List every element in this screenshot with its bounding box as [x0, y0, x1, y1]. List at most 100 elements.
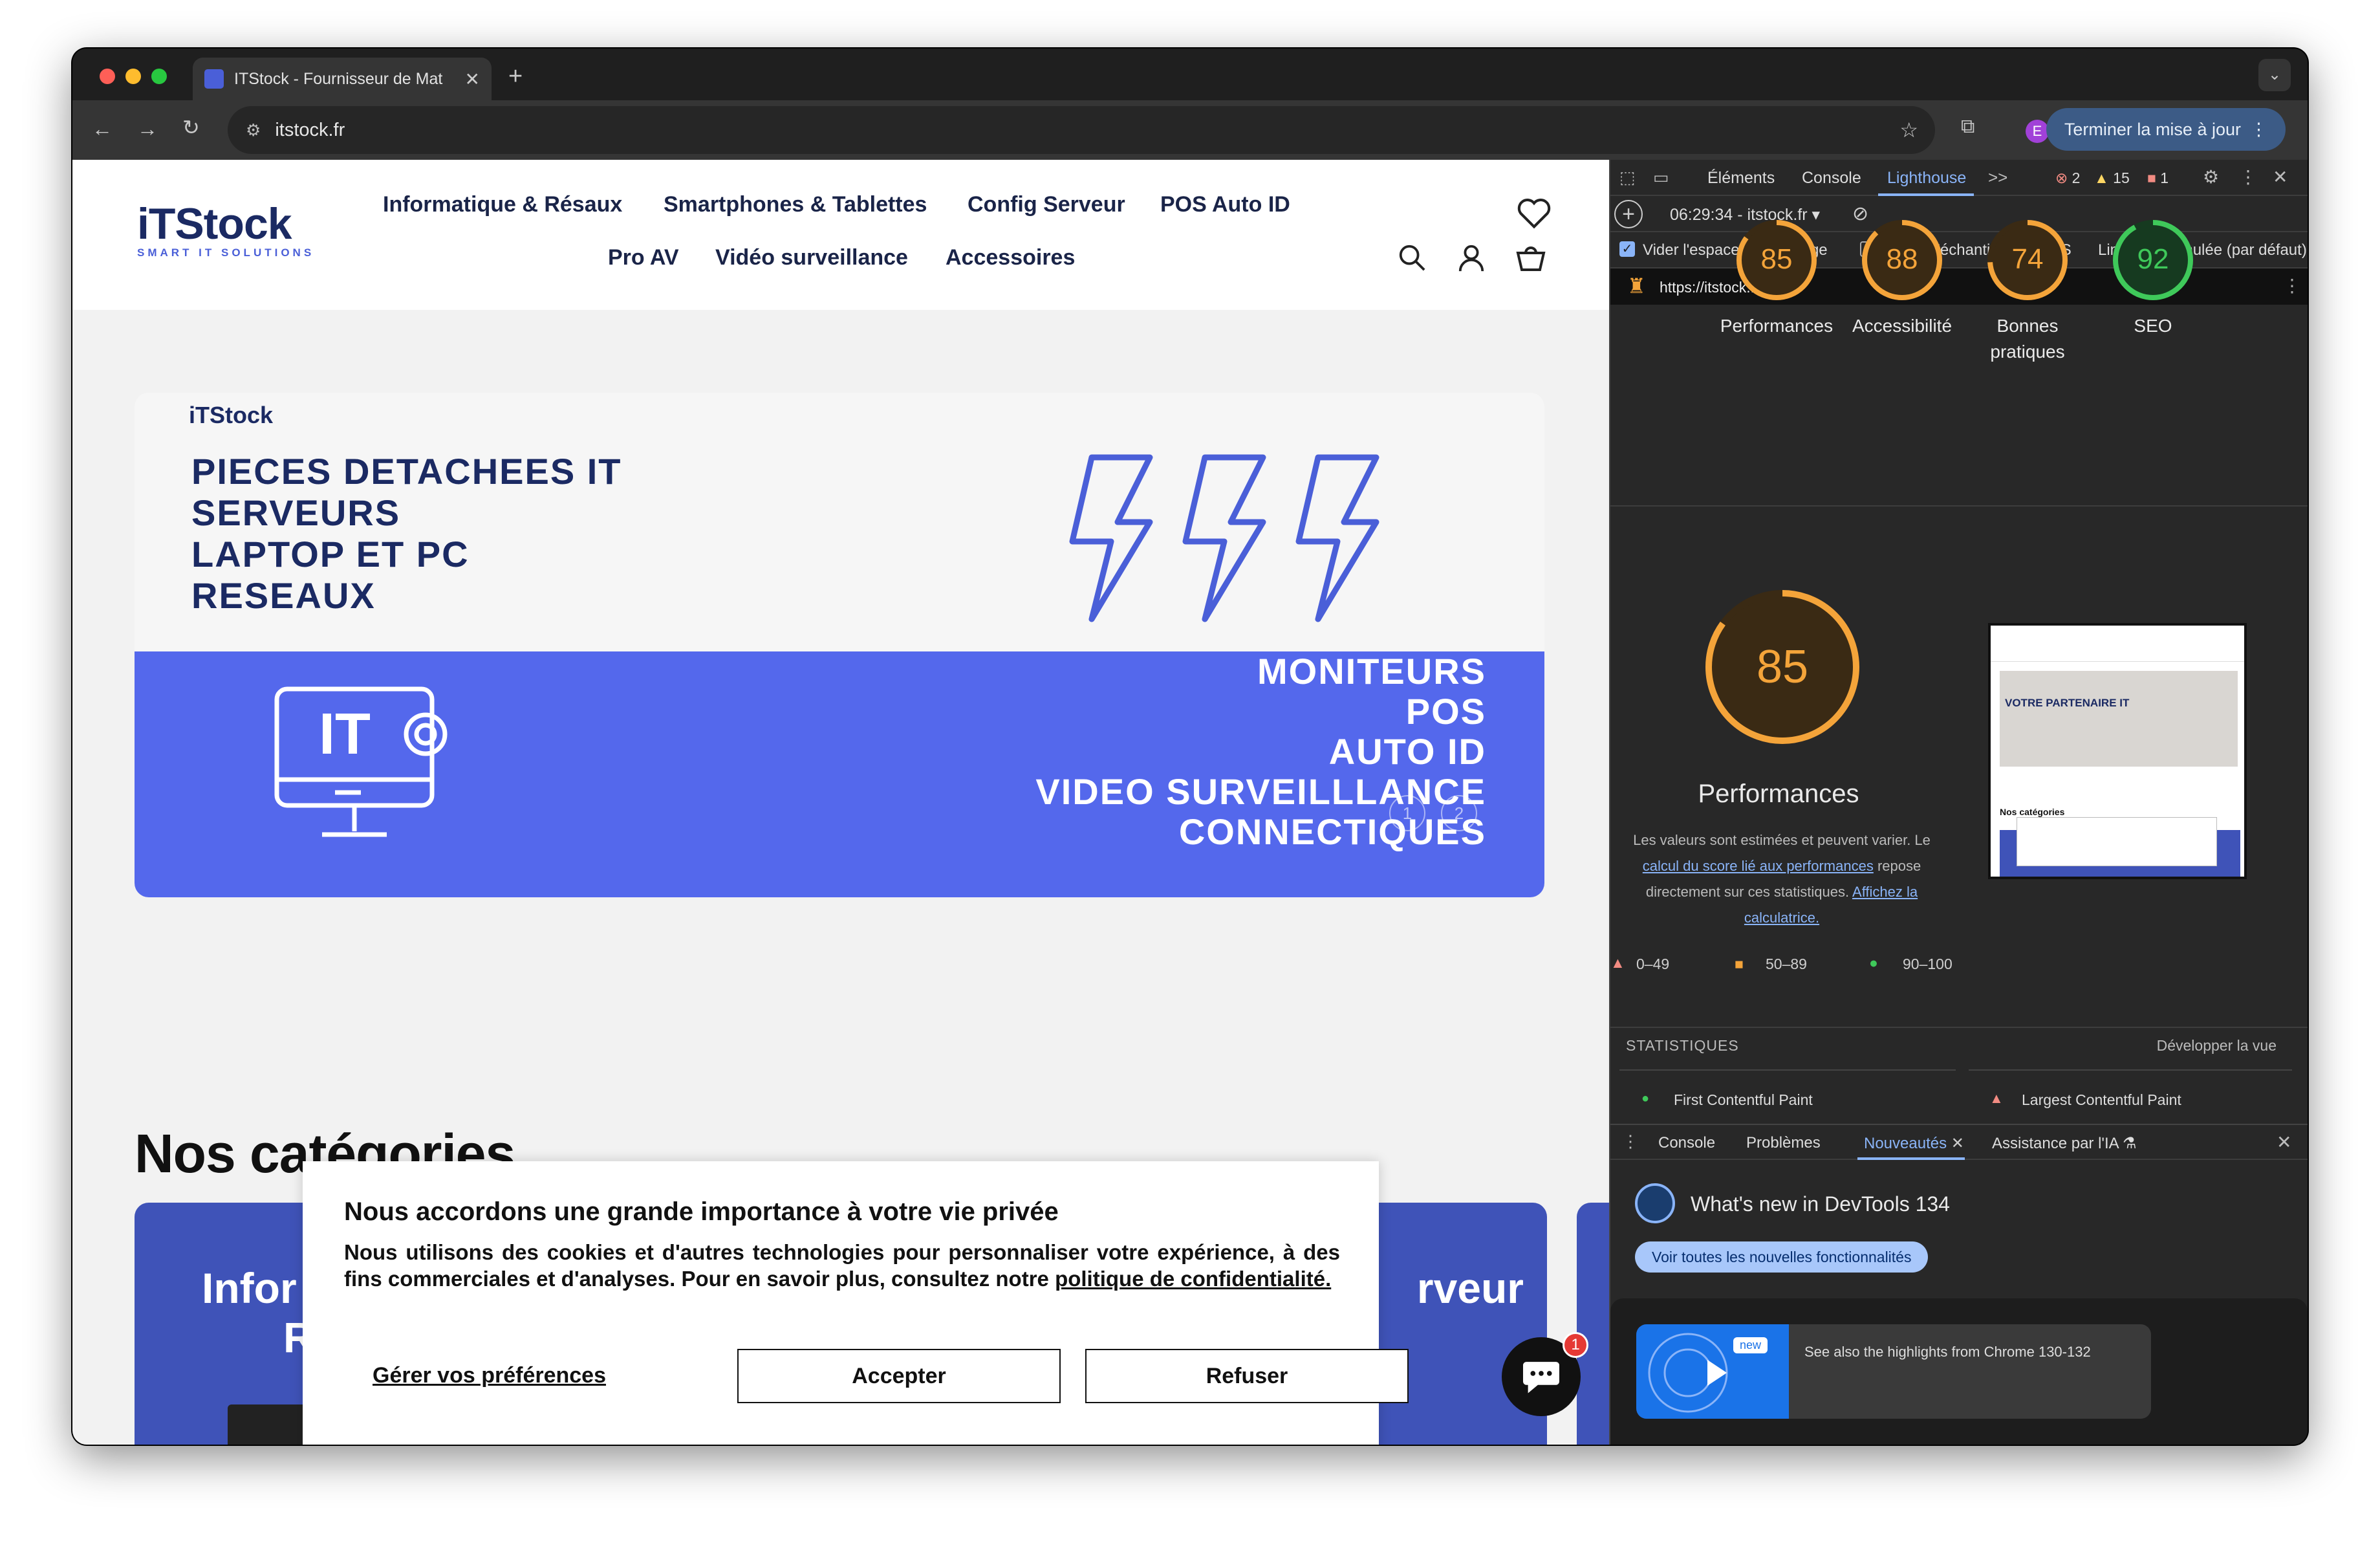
gauge-ring: 88: [1862, 220, 1942, 300]
divider: [1610, 1027, 2308, 1028]
wishlist-heart-icon[interactable]: [1516, 197, 1552, 230]
nav-pos-auto-id[interactable]: POS Auto ID: [1160, 192, 1290, 217]
nav-pro-av[interactable]: Pro AV: [608, 245, 679, 270]
refuse-button[interactable]: Refuser: [1085, 1349, 1409, 1403]
close-devtools-icon[interactable]: ✕: [2273, 166, 2288, 188]
highlights-video-thumb: new: [1636, 1324, 1789, 1419]
browser-window: ITStock - Fournisseur de Mat ✕ + ⌄ ← → ↻…: [72, 49, 2308, 1445]
computer-gear-icon: IT: [274, 686, 448, 837]
more-tabs-button[interactable]: >>: [1988, 168, 2007, 188]
update-button[interactable]: Terminer la mise à jour ⋮: [2046, 108, 2286, 151]
gauge-label: Performances: [1720, 316, 1834, 336]
score-calc-link[interactable]: calcul du score lié aux performances: [1643, 858, 1874, 874]
warning-icon: ▲: [2094, 169, 2109, 186]
card-title: rveur: [1416, 1264, 1524, 1312]
tab-elements[interactable]: Éléments: [1707, 169, 1775, 188]
score-accessibilite[interactable]: 88 Accessibilité: [1839, 218, 1965, 339]
inspect-element-icon[interactable]: ⬚: [1619, 168, 1636, 188]
devtools-tab-bar: ⬚ ▭ Éléments Console Lighthouse >> ⊗ 2 ▲…: [1610, 160, 2308, 196]
issues-count[interactable]: ■ 1: [2147, 169, 2169, 187]
privacy-policy-link[interactable]: politique de confidentialité.: [1055, 1267, 1331, 1291]
category-card-next[interactable]: [1577, 1203, 1609, 1445]
score-seo[interactable]: 92 SEO: [2090, 218, 2216, 339]
nav-video-surveillance[interactable]: Vidéo surveillance: [715, 245, 908, 270]
desc-text-1: Les valeurs sont estimées et peuvent var…: [1633, 832, 1931, 848]
drawer-tab-ai[interactable]: Assistance par l'IA ⚗: [1992, 1134, 2137, 1153]
card-title: Infor: [202, 1264, 297, 1312]
metric-good-icon: ●: [1641, 1091, 1650, 1106]
web-page: iTStock SMART IT SOLUTIONS Informatique …: [72, 160, 1609, 1445]
devtools-panel: ⬚ ▭ Éléments Console Lighthouse >> ⊗ 2 ▲…: [1609, 160, 2308, 1445]
hero-line: LAPTOP ET PC: [191, 534, 470, 574]
whats-new-title: What's new in DevTools 134: [1691, 1192, 1950, 1216]
drawer-menu-icon[interactable]: ⋮: [1622, 1131, 1639, 1152]
nav-config-serveur[interactable]: Config Serveur: [968, 192, 1125, 217]
tab-search-icon[interactable]: ⌄: [2258, 59, 2291, 91]
gauge-ring: 85: [1736, 220, 1817, 300]
drawer-tab-problems[interactable]: Problèmes: [1746, 1134, 1821, 1152]
lighthouse-icon: ♜: [1627, 274, 1646, 298]
extensions-icon[interactable]: ⧉: [1961, 117, 1974, 137]
minimize-window-button[interactable]: [125, 69, 141, 84]
hero-line: AUTO ID: [1328, 731, 1486, 772]
audit-menu-icon[interactable]: ⋮: [2283, 275, 2301, 296]
divider: [1619, 1069, 1956, 1071]
url-text: itstock.fr: [275, 119, 345, 140]
address-bar[interactable]: ⚙ itstock.fr ☆: [228, 106, 1935, 154]
clear-storage-checkbox[interactable]: ✓: [1619, 241, 1635, 257]
browser-tab[interactable]: ITStock - Fournisseur de Mat ✕: [193, 58, 492, 100]
lightning-icon: [1069, 454, 1379, 622]
account-icon[interactable]: [1456, 243, 1486, 272]
new-tab-button[interactable]: +: [508, 64, 523, 89]
nav-smartphones[interactable]: Smartphones & Tablettes: [664, 192, 927, 217]
reload-icon[interactable]: ↻: [182, 117, 200, 138]
score-bonnes-pratiques[interactable]: 74 Bonnes pratiques: [1965, 218, 2090, 365]
gauge-ring: 92: [2113, 220, 2193, 300]
main-score-value: 85: [1757, 641, 1808, 693]
hero-banner[interactable]: iTStock PIECES DETACHEES IT SERVEURS LAP…: [135, 393, 1544, 897]
devtools-menu-icon[interactable]: ⋮: [2239, 166, 2257, 188]
hero-line: RESEAUX: [191, 575, 376, 616]
score-performances[interactable]: 85 Performances: [1714, 218, 1839, 339]
drawer-tab-whats-new[interactable]: Nouveautés ✕: [1864, 1134, 1964, 1153]
hero-blue-band: IT MONITEURS POS AUTO ID VIDEO SURVEILLL…: [135, 651, 1544, 897]
expand-view-link[interactable]: Développer la vue: [2157, 1037, 2277, 1055]
forward-arrow-icon[interactable]: →: [137, 118, 158, 139]
slide-dot-2[interactable]: 2: [1441, 795, 1477, 831]
nav-informatique[interactable]: Informatique & Résaux: [383, 192, 622, 217]
tab-lighthouse[interactable]: Lighthouse: [1887, 169, 1966, 188]
drawer-tab-bar: ⋮ Console Problèmes Nouveautés ✕ Assista…: [1610, 1124, 2308, 1160]
manage-preferences-link[interactable]: Gérer vos préférences: [373, 1363, 606, 1388]
page-screenshot-thumbnail[interactable]: VOTRE PARTENAIRE IT Nos catégories: [1988, 623, 2247, 879]
cookie-title: Nous accordons une grande importance à v…: [344, 1197, 1059, 1226]
main-score-label: Performances: [1698, 780, 1859, 808]
back-arrow-icon[interactable]: ←: [92, 118, 113, 139]
settings-gear-icon[interactable]: ⚙: [2203, 166, 2219, 188]
nav-accessoires[interactable]: Accessoires: [946, 245, 1075, 270]
drawer-tab-console[interactable]: Console: [1658, 1134, 1715, 1152]
tab-console[interactable]: Console: [1802, 169, 1861, 188]
accept-button[interactable]: Accepter: [737, 1349, 1061, 1403]
more-menu-icon[interactable]: ⋮: [2250, 120, 2267, 140]
zoom-window-button[interactable]: [151, 69, 167, 84]
see-all-features-button[interactable]: Voir toutes les nouvelles fonctionnalité…: [1635, 1241, 1929, 1273]
new-report-icon[interactable]: +: [1614, 200, 1643, 228]
highlights-card[interactable]: new See also the highlights from Chrome …: [1636, 1324, 2151, 1419]
bookmark-star-icon[interactable]: ☆: [1899, 118, 1918, 142]
profile-avatar[interactable]: E: [2026, 120, 2049, 143]
site-info-icon[interactable]: ⚙: [246, 120, 261, 140]
cookie-banner: Nous accordons une grande importance à v…: [303, 1161, 1409, 1445]
gauge-ring: 74: [1987, 220, 2068, 300]
close-tab-icon[interactable]: ✕: [1951, 1135, 1964, 1152]
close-tab-icon[interactable]: ✕: [465, 69, 480, 90]
close-drawer-icon[interactable]: ✕: [2277, 1131, 2291, 1153]
error-count[interactable]: ⊗ 2: [2055, 169, 2080, 187]
search-icon[interactable]: [1397, 243, 1427, 272]
warning-count[interactable]: ▲ 15: [2094, 169, 2130, 187]
hero-line: PIECES DETACHEES IT: [191, 451, 622, 492]
cart-icon[interactable]: [1515, 241, 1547, 272]
close-window-button[interactable]: [100, 69, 115, 84]
slide-dot-1[interactable]: 1: [1389, 795, 1425, 831]
site-logo[interactable]: iTStock SMART IT SOLUTIONS: [137, 201, 325, 259]
device-toolbar-icon[interactable]: ▭: [1653, 168, 1669, 188]
